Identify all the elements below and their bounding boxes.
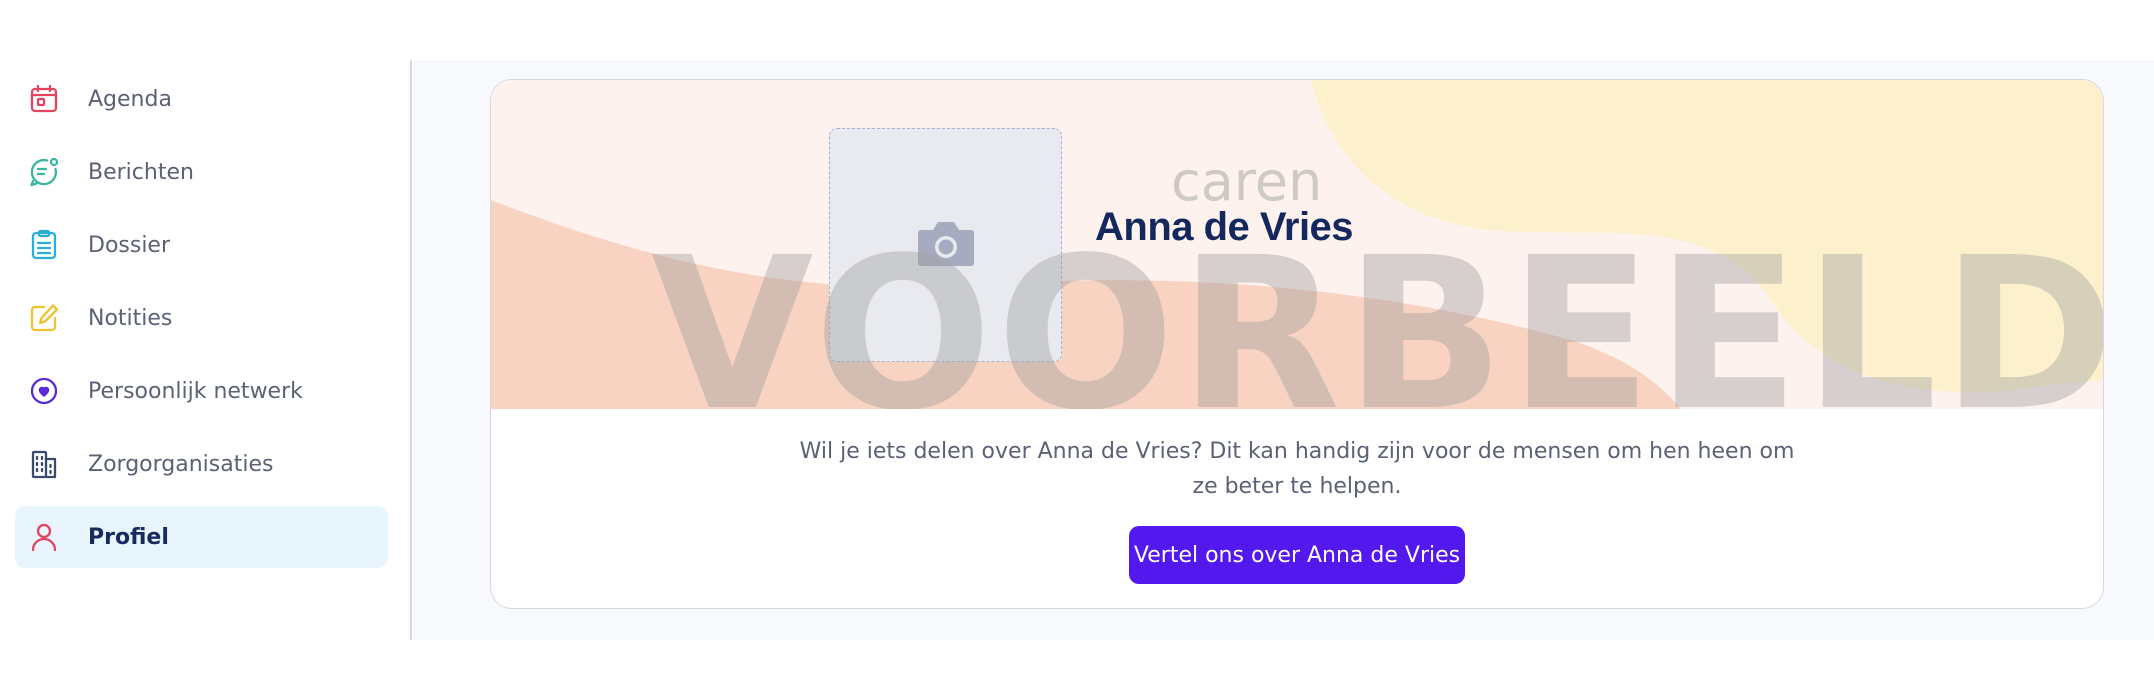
- sidebar-item-label: Profiel: [88, 524, 169, 550]
- profile-description: Wil je iets delen over Anna de Vries? Di…: [491, 434, 2103, 504]
- sidebar-item-label: Persoonlijk netwerk: [88, 378, 303, 404]
- profile-banner: caren Anna de Vries VOORBEELD: [491, 80, 2103, 409]
- sidebar-item-label: Berichten: [88, 159, 194, 185]
- profile-card: caren Anna de Vries VOORBEELD Wil je iet…: [490, 79, 2104, 609]
- heart-location-icon: [27, 374, 61, 408]
- profile-photo-upload[interactable]: [829, 128, 1062, 362]
- description-line: Wil je iets delen over Anna de Vries? Di…: [799, 439, 1795, 464]
- main-content: caren Anna de Vries VOORBEELD Wil je iet…: [413, 60, 2154, 640]
- chat-icon: [27, 155, 61, 189]
- clipboard-icon: [27, 228, 61, 262]
- sidebar-item-label: Agenda: [88, 86, 172, 112]
- caren-logo: caren: [1171, 150, 1331, 213]
- sidebar-item-label: Notities: [88, 305, 173, 331]
- sidebar-item-agenda[interactable]: Agenda: [15, 68, 388, 130]
- sidebar-item-notities[interactable]: Notities: [15, 287, 388, 349]
- camera-icon: [917, 218, 975, 272]
- user-icon: [27, 520, 61, 554]
- profile-name: Anna de Vries: [1095, 205, 1354, 249]
- edit-icon: [27, 301, 61, 335]
- sidebar: Agenda Berichten Dossier Notities Persoo…: [0, 60, 412, 640]
- calendar-icon: [27, 82, 61, 116]
- sidebar-item-persoonlijk-netwerk[interactable]: Persoonlijk netwerk: [15, 360, 388, 422]
- sidebar-item-profiel[interactable]: Profiel: [15, 506, 388, 568]
- sidebar-item-dossier[interactable]: Dossier: [15, 214, 388, 276]
- svg-text:caren: caren: [1171, 152, 1322, 212]
- tell-us-button[interactable]: Vertel ons over Anna de Vries: [1129, 526, 1465, 584]
- building-icon: [27, 447, 61, 481]
- description-line: ze beter te helpen.: [1192, 474, 1402, 499]
- sidebar-item-zorgorganisaties[interactable]: Zorgorganisaties: [15, 433, 388, 495]
- sidebar-item-berichten[interactable]: Berichten: [15, 141, 388, 203]
- sidebar-item-label: Zorgorganisaties: [88, 451, 274, 477]
- sidebar-item-label: Dossier: [88, 232, 171, 258]
